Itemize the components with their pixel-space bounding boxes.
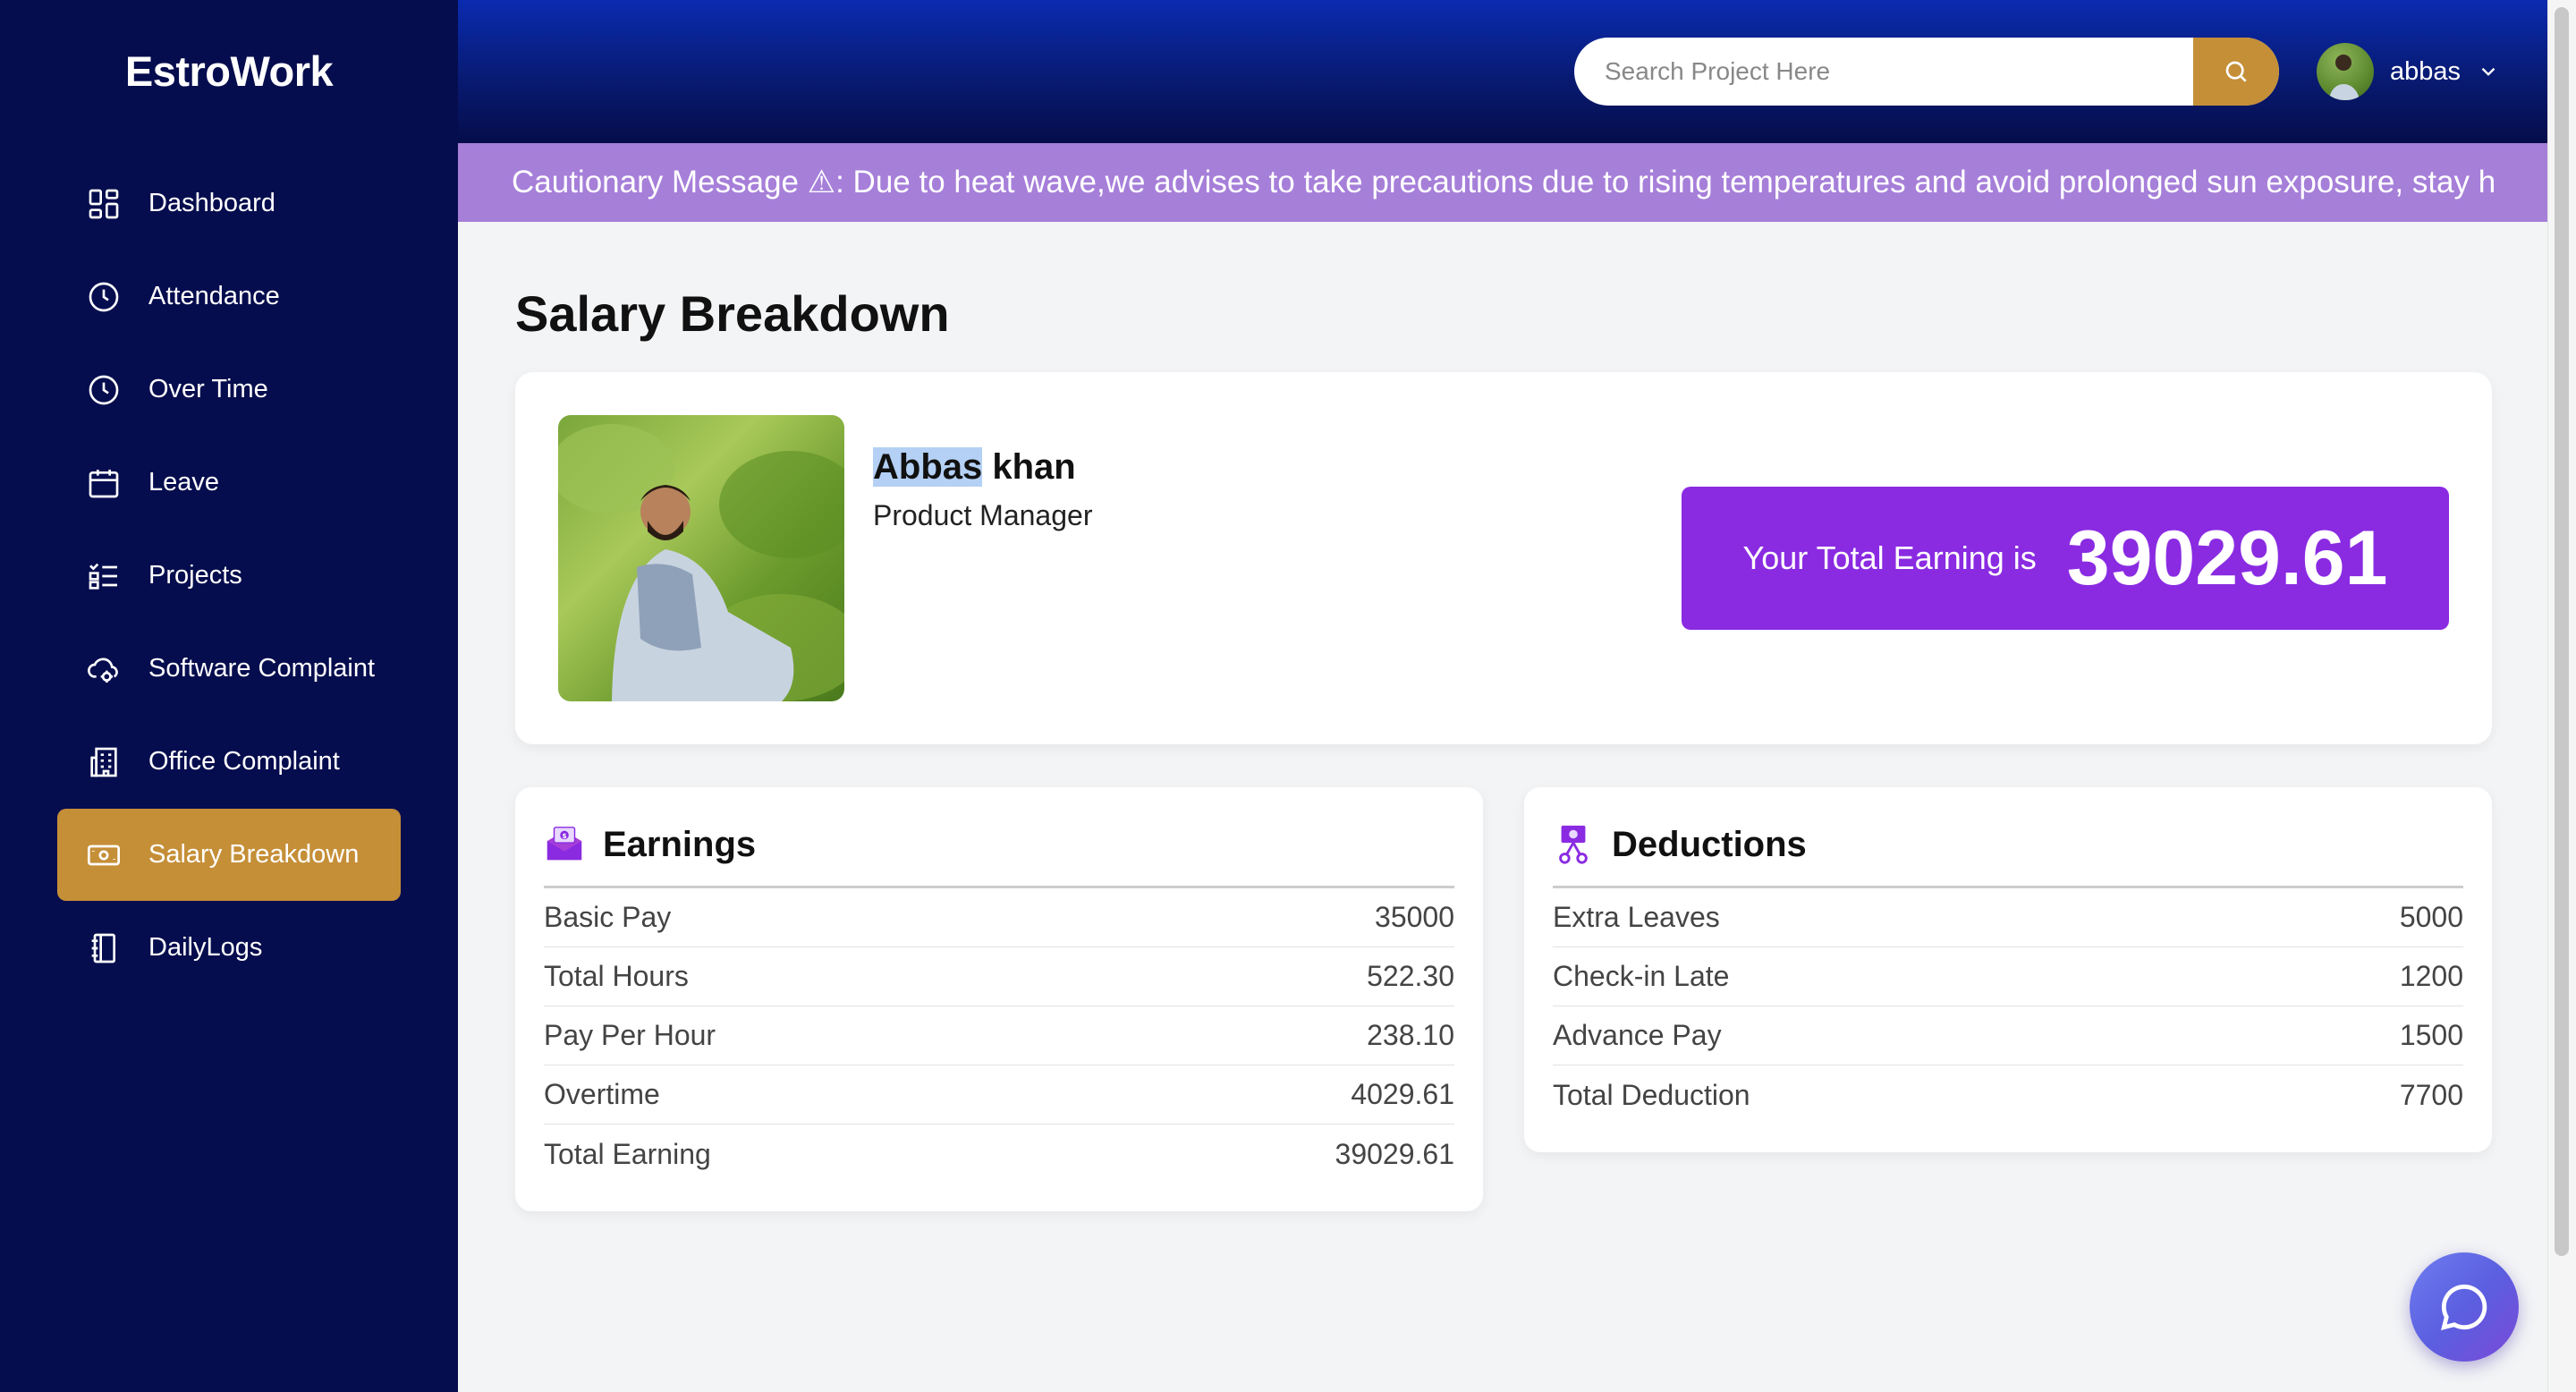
sidebar: EstroWork Dashboard Attendance Over Time bbox=[0, 0, 458, 1392]
clock-icon bbox=[86, 372, 122, 408]
row-value: 522.30 bbox=[1367, 960, 1454, 992]
row-label: Basic Pay bbox=[544, 901, 672, 933]
row-value: 5000 bbox=[2399, 901, 2463, 933]
sidebar-item-salary-breakdown[interactable]: Salary Breakdown bbox=[57, 809, 401, 901]
employee-role: Product Manager bbox=[873, 499, 1093, 531]
sidebar-item-label: Over Time bbox=[148, 375, 268, 403]
row-value: 4029.61 bbox=[1351, 1078, 1454, 1110]
deductions-title: Deductions bbox=[1612, 824, 1807, 864]
table-row: Basic Pay 35000 bbox=[544, 888, 1454, 947]
search-bar bbox=[1574, 38, 2279, 106]
table-row: Advance Pay 1500 bbox=[1553, 1006, 2463, 1065]
sidebar-item-label: Leave bbox=[148, 468, 220, 497]
sidebar-item-label: Dashboard bbox=[148, 189, 275, 217]
sidebar-item-over-time[interactable]: Over Time bbox=[57, 344, 401, 436]
deductions-header: Deductions bbox=[1553, 819, 2463, 870]
sidebar-item-software-complaint[interactable]: Software Complaint bbox=[57, 623, 401, 715]
table-row: Total Earning 39029.61 bbox=[544, 1125, 1454, 1184]
sidebar-item-office-complaint[interactable]: Office Complaint bbox=[57, 716, 401, 808]
search-button[interactable] bbox=[2193, 38, 2279, 106]
table-row: Total Hours 522.30 bbox=[544, 947, 1454, 1006]
sidebar-item-projects[interactable]: Projects bbox=[57, 530, 401, 622]
row-label: Extra Leaves bbox=[1553, 901, 1720, 933]
total-earning-label: Your Total Earning is bbox=[1742, 539, 2037, 576]
table-row: Check-in Late 1200 bbox=[1553, 947, 2463, 1006]
row-label: Advance Pay bbox=[1553, 1019, 1722, 1051]
table-row: Extra Leaves 5000 bbox=[1553, 888, 2463, 947]
row-value: 35000 bbox=[1375, 901, 1454, 933]
row-label: Overtime bbox=[544, 1078, 660, 1110]
building-icon bbox=[86, 744, 122, 780]
sidebar-item-dashboard[interactable]: Dashboard bbox=[57, 157, 401, 250]
page-title: Salary Breakdown bbox=[515, 285, 950, 342]
caution-banner: Cautionary Message ⚠: Due to heat wave,w… bbox=[458, 143, 2547, 222]
sidebar-item-label: Salary Breakdown bbox=[148, 840, 360, 869]
sidebar-item-label: Software Complaint bbox=[148, 654, 376, 683]
search-icon bbox=[2225, 61, 2247, 82]
deductions-list: Extra Leaves 5000 Check-in Late 1200 Advan… bbox=[1553, 888, 2463, 1125]
row-value: 238.10 bbox=[1367, 1019, 1454, 1051]
chat-button[interactable] bbox=[2410, 1252, 2519, 1362]
sidebar-nav: Dashboard Attendance Over Time Leave Pro… bbox=[57, 157, 401, 995]
avatar bbox=[2317, 43, 2374, 100]
row-label: Check-in Late bbox=[1553, 960, 1730, 992]
scrollbar-thumb[interactable] bbox=[2555, 7, 2569, 1256]
user-name: abbas bbox=[2390, 56, 2462, 86]
total-earning-value: 39029.61 bbox=[2066, 514, 2388, 601]
brand-logo[interactable]: EstroWork bbox=[0, 47, 458, 96]
top-header: abbas bbox=[458, 0, 2547, 143]
scissors-coin-icon bbox=[1559, 825, 1588, 864]
calendar-icon bbox=[86, 465, 122, 501]
row-label: Total Earning bbox=[544, 1137, 711, 1170]
app-root: EstroWork Dashboard Attendance Over Time bbox=[0, 0, 2576, 1392]
table-row: Total Deduction 7700 bbox=[1553, 1065, 2463, 1125]
sidebar-item-label: Office Complaint bbox=[148, 747, 340, 776]
employee-name: Abbas khan bbox=[873, 447, 1076, 488]
earnings-list: Basic Pay 35000 Total Hours 522.30 Pay Per… bbox=[544, 888, 1454, 1184]
sidebar-item-label: Projects bbox=[148, 561, 242, 590]
earnings-card: $ Earnings Basic Pay 35000 Total Hours 522… bbox=[515, 787, 1483, 1211]
sidebar-item-label: Attendance bbox=[148, 282, 280, 310]
checklist-icon bbox=[86, 558, 122, 594]
earnings-title: Earnings bbox=[603, 824, 757, 864]
row-value: 39029.61 bbox=[1335, 1137, 1454, 1170]
employee-last-name: khan bbox=[982, 447, 1076, 487]
cloud-gear-icon bbox=[86, 651, 122, 687]
table-row: Pay Per Hour 238.10 bbox=[544, 1006, 1454, 1065]
sidebar-item-dailylogs[interactable]: DailyLogs bbox=[57, 902, 401, 994]
employee-photo bbox=[558, 415, 844, 701]
svg-text:$: $ bbox=[562, 832, 566, 840]
chat-bubble-icon bbox=[2441, 1284, 2487, 1330]
money-envelope-icon: $ bbox=[547, 827, 582, 861]
clock-icon bbox=[86, 279, 122, 315]
dashboard-grid-icon bbox=[86, 186, 122, 222]
employee-first-name: Abbas bbox=[873, 447, 983, 487]
search-input[interactable] bbox=[1574, 38, 2193, 106]
sidebar-item-label: DailyLogs bbox=[148, 933, 263, 962]
total-earning-box: Your Total Earning is 39029.61 bbox=[1682, 487, 2449, 630]
cash-icon bbox=[86, 837, 122, 873]
row-label: Total Hours bbox=[544, 960, 689, 992]
deductions-card: Deductions Extra Leaves 5000 Check-in Lat… bbox=[1524, 787, 2492, 1152]
sidebar-item-leave[interactable]: Leave bbox=[57, 437, 401, 529]
row-value: 1200 bbox=[2399, 960, 2463, 992]
row-value: 7700 bbox=[2399, 1078, 2463, 1111]
table-row: Overtime 4029.61 bbox=[544, 1065, 1454, 1125]
notebook-icon bbox=[86, 930, 122, 966]
earnings-header: $ Earnings bbox=[544, 819, 1454, 870]
caution-message: Cautionary Message ⚠: Due to heat wave,w… bbox=[512, 165, 2496, 199]
profile-card: Abbas khan Product Manager Your Total Ea… bbox=[515, 372, 2492, 744]
row-label: Total Deduction bbox=[1553, 1078, 1750, 1111]
user-menu[interactable]: abbas bbox=[2317, 41, 2500, 102]
row-value: 1500 bbox=[2399, 1019, 2463, 1051]
row-label: Pay Per Hour bbox=[544, 1019, 716, 1051]
chevron-down-icon bbox=[2481, 67, 2496, 76]
sidebar-item-attendance[interactable]: Attendance bbox=[57, 250, 401, 343]
